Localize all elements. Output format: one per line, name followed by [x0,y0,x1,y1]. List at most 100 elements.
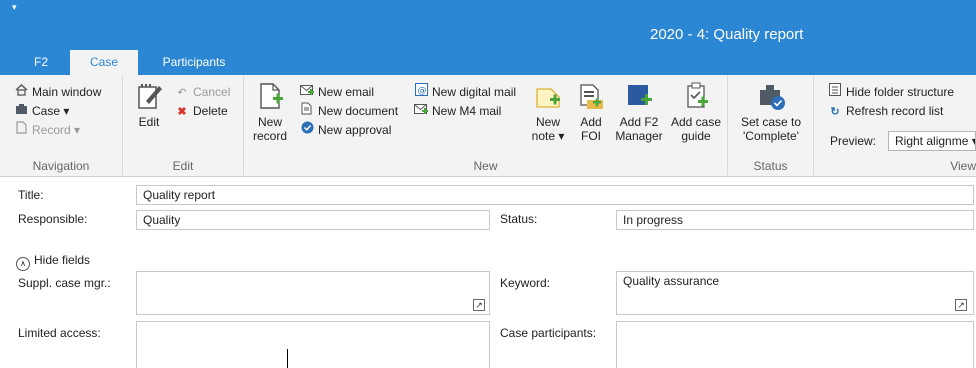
tab-case[interactable]: Case [70,50,138,75]
delete-x-icon: ✖ [177,106,187,118]
edit-label: Edit [138,115,160,129]
add-f2-manager-label-1: Add F2 [619,115,659,129]
note-icon [533,81,563,111]
delete-button[interactable]: ✖ Delete [175,102,228,120]
record-dropdown-label: Record ▾ [32,123,81,137]
set-case-label-1: Set case to [740,115,802,129]
new-note-label-2: note ▾ [531,129,565,143]
add-foi-label-1: Add [580,115,602,129]
case-participants-input[interactable] [616,321,974,368]
new-document-button[interactable]: New document [300,102,398,120]
keyword-label: Keyword: [500,276,551,290]
ribbon: Main window Case ▾ Record ▾ Navigation E… [0,75,976,177]
new-digital-mail-label: New digital mail [432,85,517,99]
status-field-label: Status: [500,212,538,226]
responsible-input[interactable]: Quality [136,210,490,230]
preview-label: Preview: [830,134,877,148]
record-icon [14,121,28,140]
new-note-label-1: New [535,115,560,129]
add-case-guide-button[interactable]: Add case guide [670,81,722,143]
refresh-record-list-label: Refresh record list [846,104,944,118]
hide-fields-label: Hide fields [34,253,91,267]
hide-fields-toggle[interactable]: ∧ Hide fields [16,253,90,271]
view-group-label: View [950,159,976,173]
set-case-label-2: 'Complete' [743,129,799,143]
new-group: New record New email New document New ap… [244,75,728,175]
title-input[interactable]: Quality report [136,185,974,205]
add-foi-button[interactable]: Add FOI [574,81,608,143]
status-input[interactable]: In progress [616,210,974,230]
new-record-label-2: record [252,129,287,143]
set-case-complete-button[interactable]: Set case to 'Complete' [736,81,806,143]
edit-button[interactable]: Edit [131,81,167,129]
suppl-case-mgr-input[interactable] [136,271,490,315]
new-digital-mail-button[interactable]: @ New digital mail [414,83,516,101]
case-icon [14,103,28,121]
tab-participants[interactable]: Participants [152,50,236,75]
preview-select[interactable]: Right alignme ▾ [888,131,976,151]
case-guide-clipboard-icon [681,81,711,111]
new-record-icon [255,81,285,111]
digital-mail-icon: @ [414,83,428,102]
add-case-guide-label-2: guide [681,129,711,143]
view-group: Hide folder structure ↻ Refresh record li… [814,75,976,175]
tab-f2[interactable]: F2 [26,50,56,75]
home-icon [14,84,28,102]
cancel-button[interactable]: ↶ Cancel [175,83,230,101]
case-dropdown-button[interactable]: Case ▾ [14,102,69,120]
new-approval-label: New approval [318,123,392,137]
expand-arrow-icon[interactable]: ↗ [955,299,967,311]
new-document-label: New document [318,104,399,118]
case-participants-label: Case participants: [500,326,597,340]
refresh-record-list-button[interactable]: ↻ Refresh record list [828,102,943,120]
approval-icon [300,121,314,140]
expand-arrow-icon[interactable]: ↗ [473,299,485,311]
chevron-up-icon: ∧ [16,257,30,271]
responsible-field-label: Responsible: [18,212,88,226]
record-dropdown-button[interactable]: Record ▾ [14,121,80,139]
ribbon-tab-row: F2 Case Participants [0,50,976,75]
navigation-group-label: Navigation [32,159,90,173]
undo-icon: ↶ [177,87,187,99]
edit-group: Edit ↶ Cancel ✖ Delete Edit [123,75,244,175]
case-dropdown-label: Case ▾ [32,104,70,118]
hide-folder-structure-label: Hide folder structure [846,85,955,99]
svg-text:@: @ [417,86,426,96]
navigation-group: Main window Case ▾ Record ▾ Navigation [0,75,123,175]
quick-access-menu-icon[interactable]: ▾ [12,2,17,13]
new-email-label: New email [318,85,375,99]
foi-folder-icon [576,81,606,111]
folder-structure-icon [828,83,842,102]
add-foi-label-2: FOI [581,129,601,143]
hide-folder-structure-button[interactable]: Hide folder structure [828,83,954,101]
status-group-label: Status [753,159,788,173]
new-approval-button[interactable]: New approval [300,121,391,139]
new-m4-mail-button[interactable]: New M4 mail [414,102,501,120]
window-title: 2020 - 4: Quality report [650,26,804,43]
new-email-button[interactable]: New email [300,83,374,101]
edit-pencil-icon [134,81,164,111]
keyword-input[interactable]: Quality assurance [616,271,974,315]
new-record-button[interactable]: New record [252,81,288,143]
limited-access-input[interactable] [136,321,490,368]
m4-mail-icon [414,103,428,121]
document-plus-icon [300,102,314,121]
set-complete-case-icon [756,81,786,111]
add-f2-manager-button[interactable]: Add F2 Manager [614,81,664,143]
edit-group-label: Edit [172,159,194,173]
add-case-guide-label-1: Add case [670,115,722,129]
text-cursor [287,349,288,368]
main-window-button[interactable]: Main window [14,83,101,101]
f2-manager-icon [624,81,654,111]
status-group: Set case to 'Complete' Status [728,75,814,175]
new-group-label: New [473,159,498,173]
keyword-value: Quality assurance [623,274,720,288]
refresh-icon: ↻ [830,106,840,118]
limited-access-label: Limited access: [18,326,101,340]
new-record-label-1: New [257,115,282,129]
main-window-label: Main window [32,85,102,99]
new-note-button[interactable]: New note ▾ [528,81,568,143]
delete-label: Delete [193,104,228,118]
email-plus-icon [300,84,314,102]
title-bar: ▾ 2020 - 4: Quality report [0,0,976,50]
